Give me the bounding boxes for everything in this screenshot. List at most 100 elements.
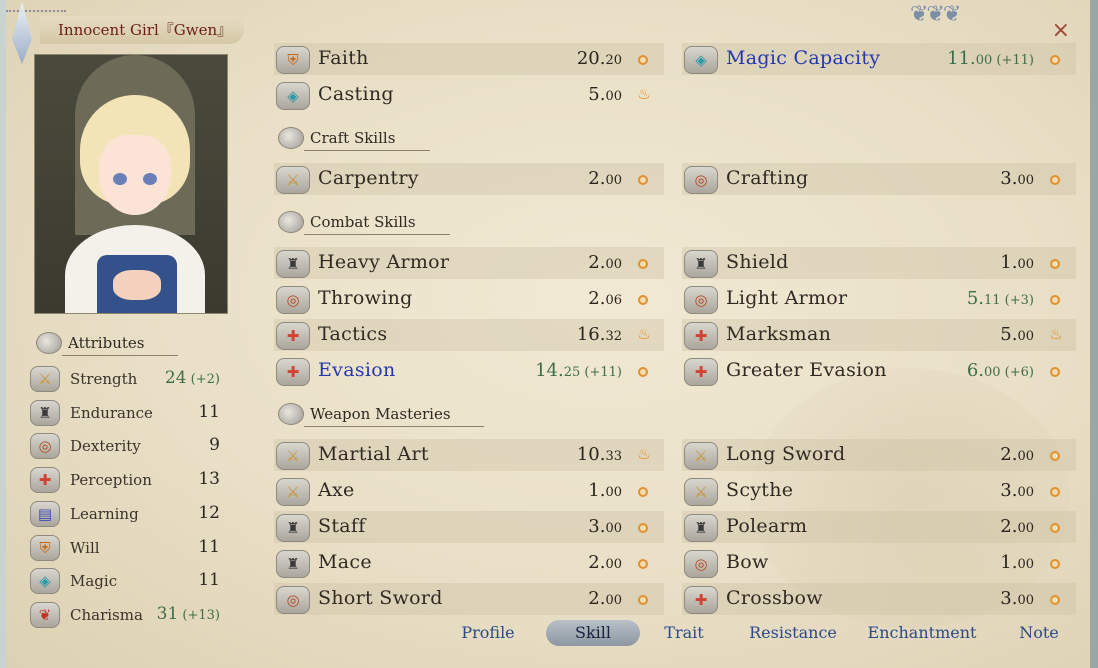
diamond-icon: ◈ [276,82,310,110]
skill-row-light-armor[interactable]: ◎ Light Armor 5.11 (+3) [682,283,1076,315]
skill-row-staff[interactable]: ♜ Staff 3.00 [274,511,664,543]
skill-row-carpentry[interactable]: ⚔ Carpentry 2.00 [274,163,664,195]
close-button[interactable]: × [1052,18,1070,43]
skill-row-greater-evasion[interactable]: ✚ Greater Evasion 6.00 (+6) [682,355,1076,387]
section-icon [36,332,62,354]
helm-icon: ♜ [684,514,718,542]
skill-label: Light Armor [726,287,848,309]
attribute-row-will: ⛨ Will 11 [30,533,222,563]
attribute-row-strength: ⚔ Strength 24 (+2) [30,364,222,394]
craft-skills-label: Craft Skills [310,129,396,147]
skill-value-decimal: 00 [605,173,622,188]
potential-dot-icon [638,295,648,305]
skill-row-mace[interactable]: ♜ Mace 2.00 [274,547,664,579]
skill-value-decimal: 00 [1017,593,1034,608]
skill-value: 16.32 [576,324,622,345]
skill-row-marksman[interactable]: ✚ Marksman 5.00 ♨ [682,319,1076,351]
skill-value: 2.06 [588,288,622,309]
ring-icon: ◎ [684,286,718,314]
skill-row-throwing[interactable]: ◎ Throwing 2.06 [274,283,664,315]
attribute-value: 11 [198,570,220,591]
attribute-row-magic: ◈ Magic 11 [30,566,222,596]
skill-row-faith[interactable]: ⛨ Faith 20.20 [274,43,664,75]
skill-bonus: (+11) [992,53,1034,68]
section-icon [278,403,304,425]
skill-value-decimal: 06 [605,293,622,308]
skill-row-short-sword[interactable]: ◎ Short Sword 2.00 [274,583,664,615]
skill-row-martial-art[interactable]: ⚔ Martial Art 10.33 ♨ [274,439,664,471]
skill-value-decimal: 00 [605,521,622,536]
skill-value: 1.00 [588,480,622,501]
sword-icon: ⚔ [276,478,310,506]
ring-icon: ◎ [276,586,310,614]
portrait-eye [143,173,157,185]
skill-value-decimal: 00 [1017,173,1034,188]
skill-label: Polearm [726,515,808,537]
potential-dot-icon [638,55,648,65]
skill-label: Greater Evasion [726,359,887,381]
skill-row-long-sword[interactable]: ⚔ Long Sword 2.00 [682,439,1076,471]
potential-dot-icon [1050,175,1060,185]
skill-row-tactics[interactable]: ✚ Tactics 16.32 ♨ [274,319,664,351]
ring-icon: ◎ [684,550,718,578]
character-portrait [34,54,228,314]
skill-row-axe[interactable]: ⚔ Axe 1.00 [274,475,664,507]
potential-dot-icon [1050,451,1060,461]
skill-label: Staff [318,515,366,537]
attribute-row-dexterity: ◎ Dexterity 9 [30,431,222,461]
skill-row-bow[interactable]: ◎ Bow 1.00 [682,547,1076,579]
skill-value-decimal: 00 [1017,521,1034,536]
skill-value-decimal: 00 [984,365,1001,380]
potential-dot-icon [1050,55,1060,65]
tab-trait[interactable]: Trait [642,620,726,646]
skill-value: 2.00 [588,588,622,609]
skill-label: Shield [726,251,789,273]
skill-label: Heavy Armor [318,251,450,273]
skill-row-crossbow[interactable]: ✚ Crossbow 3.00 [682,583,1076,615]
tab-note[interactable]: Note [994,620,1084,646]
sword-icon: ⚔ [684,478,718,506]
skill-value: 10.33 [576,444,622,465]
skill-value-decimal: 00 [1017,257,1034,272]
skill-label: Axe [318,479,355,501]
ring-icon: ◎ [30,433,60,460]
skill-row-magic-capacity[interactable]: ◈ Magic Capacity 11.00 (+11) [682,43,1076,75]
skill-value: 1.00 [1000,552,1034,573]
sword-icon: ⚔ [684,442,718,470]
skill-value-decimal: 33 [605,449,622,464]
skill-value: 20.20 [576,48,622,69]
skill-value-decimal: 00 [605,557,622,572]
skill-value: 2.00 [588,552,622,573]
attribute-value: 11 [198,536,220,557]
skill-bonus: (+6) [1000,365,1034,380]
skill-label: Marksman [726,323,832,345]
skill-row-scythe[interactable]: ⚔ Scythe 3.00 [682,475,1076,507]
potential-dot-icon [638,175,648,185]
skill-row-crafting[interactable]: ◎ Crafting 3.00 [682,163,1076,195]
potential-dot-icon [638,487,648,497]
skill-row-evasion[interactable]: ✚ Evasion 14.25 (+11) [274,355,664,387]
combat-skills-label: Combat Skills [310,213,416,231]
tab-skill[interactable]: Skill [546,620,640,646]
skill-row-casting[interactable]: ◈ Casting 5.00 ♨ [274,79,664,111]
skill-row-polearm[interactable]: ♜ Polearm 2.00 [682,511,1076,543]
tab-enchantment[interactable]: Enchantment [854,620,990,646]
skill-row-shield[interactable]: ♜ Shield 1.00 [682,247,1076,279]
skill-label: Carpentry [318,167,419,189]
divider [62,355,178,356]
tab-resistance[interactable]: Resistance [728,620,858,646]
skill-row-heavy-armor[interactable]: ♜ Heavy Armor 2.00 [274,247,664,279]
tab-profile[interactable]: Profile [446,620,530,646]
potential-flame-icon: ♨ [637,85,651,103]
character-name-title: Innocent Girl『Gwen』 [40,16,244,44]
helm-icon: ♜ [276,250,310,278]
helm-icon: ♜ [276,514,310,542]
skill-value: 6.00 (+6) [966,360,1034,381]
potential-dot-icon [1050,295,1060,305]
attribute-value: 12 [198,502,220,523]
potential-dot-icon [638,523,648,533]
potential-dot-icon [1050,487,1060,497]
skill-value: 5.11 (+3) [966,288,1034,309]
skill-label: Evasion [318,359,396,381]
portrait-eye [113,173,127,185]
